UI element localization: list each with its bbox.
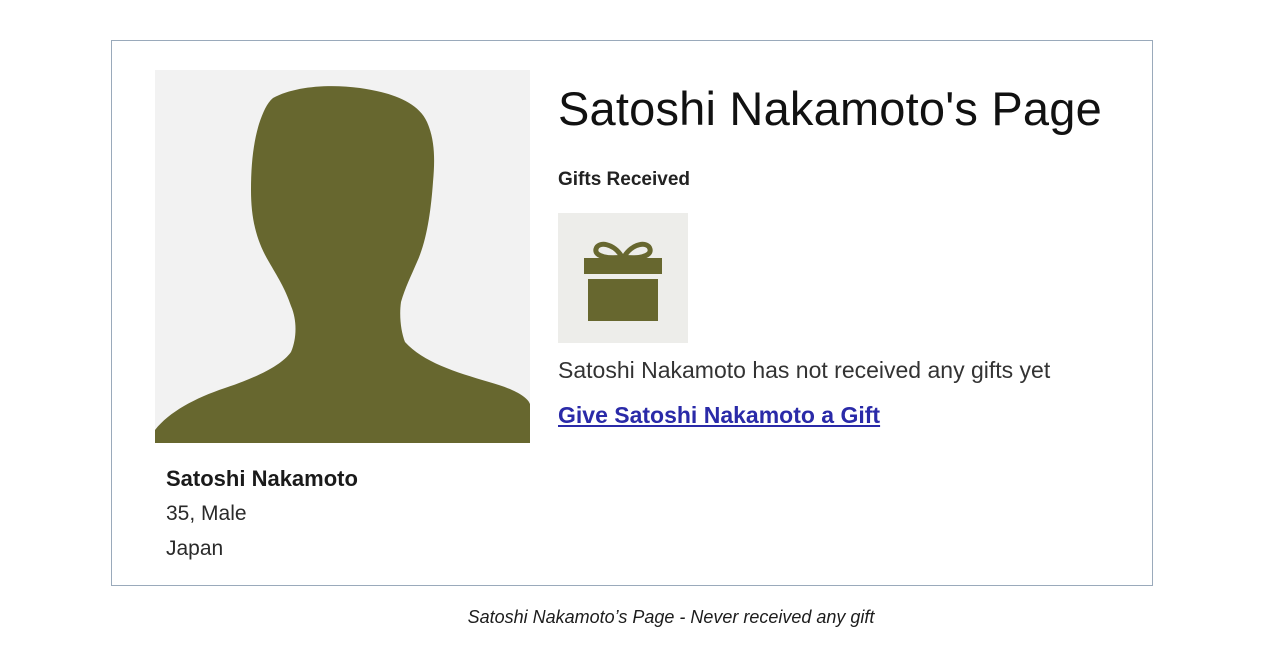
profile-age-gender: 35, Male <box>166 502 247 525</box>
person-silhouette-icon <box>155 86 530 443</box>
profile-country: Japan <box>166 537 224 560</box>
image-caption: Satoshi Nakamoto’s Page - Never received… <box>467 607 875 627</box>
avatar <box>155 70 530 443</box>
gift-icon <box>584 241 662 321</box>
gifts-heading: Gifts Received <box>558 169 690 190</box>
gift-tile <box>558 213 688 343</box>
no-gifts-message: Satoshi Nakamoto has not received any gi… <box>558 357 1051 383</box>
page-title: Satoshi Nakamoto's Page <box>558 82 1102 135</box>
profile-card: Satoshi Nakamoto 35, Male Japan Satoshi … <box>111 40 1153 586</box>
give-gift-link[interactable]: Give Satoshi Nakamoto a Gift <box>558 402 880 429</box>
profile-name: Satoshi Nakamoto <box>166 466 358 491</box>
